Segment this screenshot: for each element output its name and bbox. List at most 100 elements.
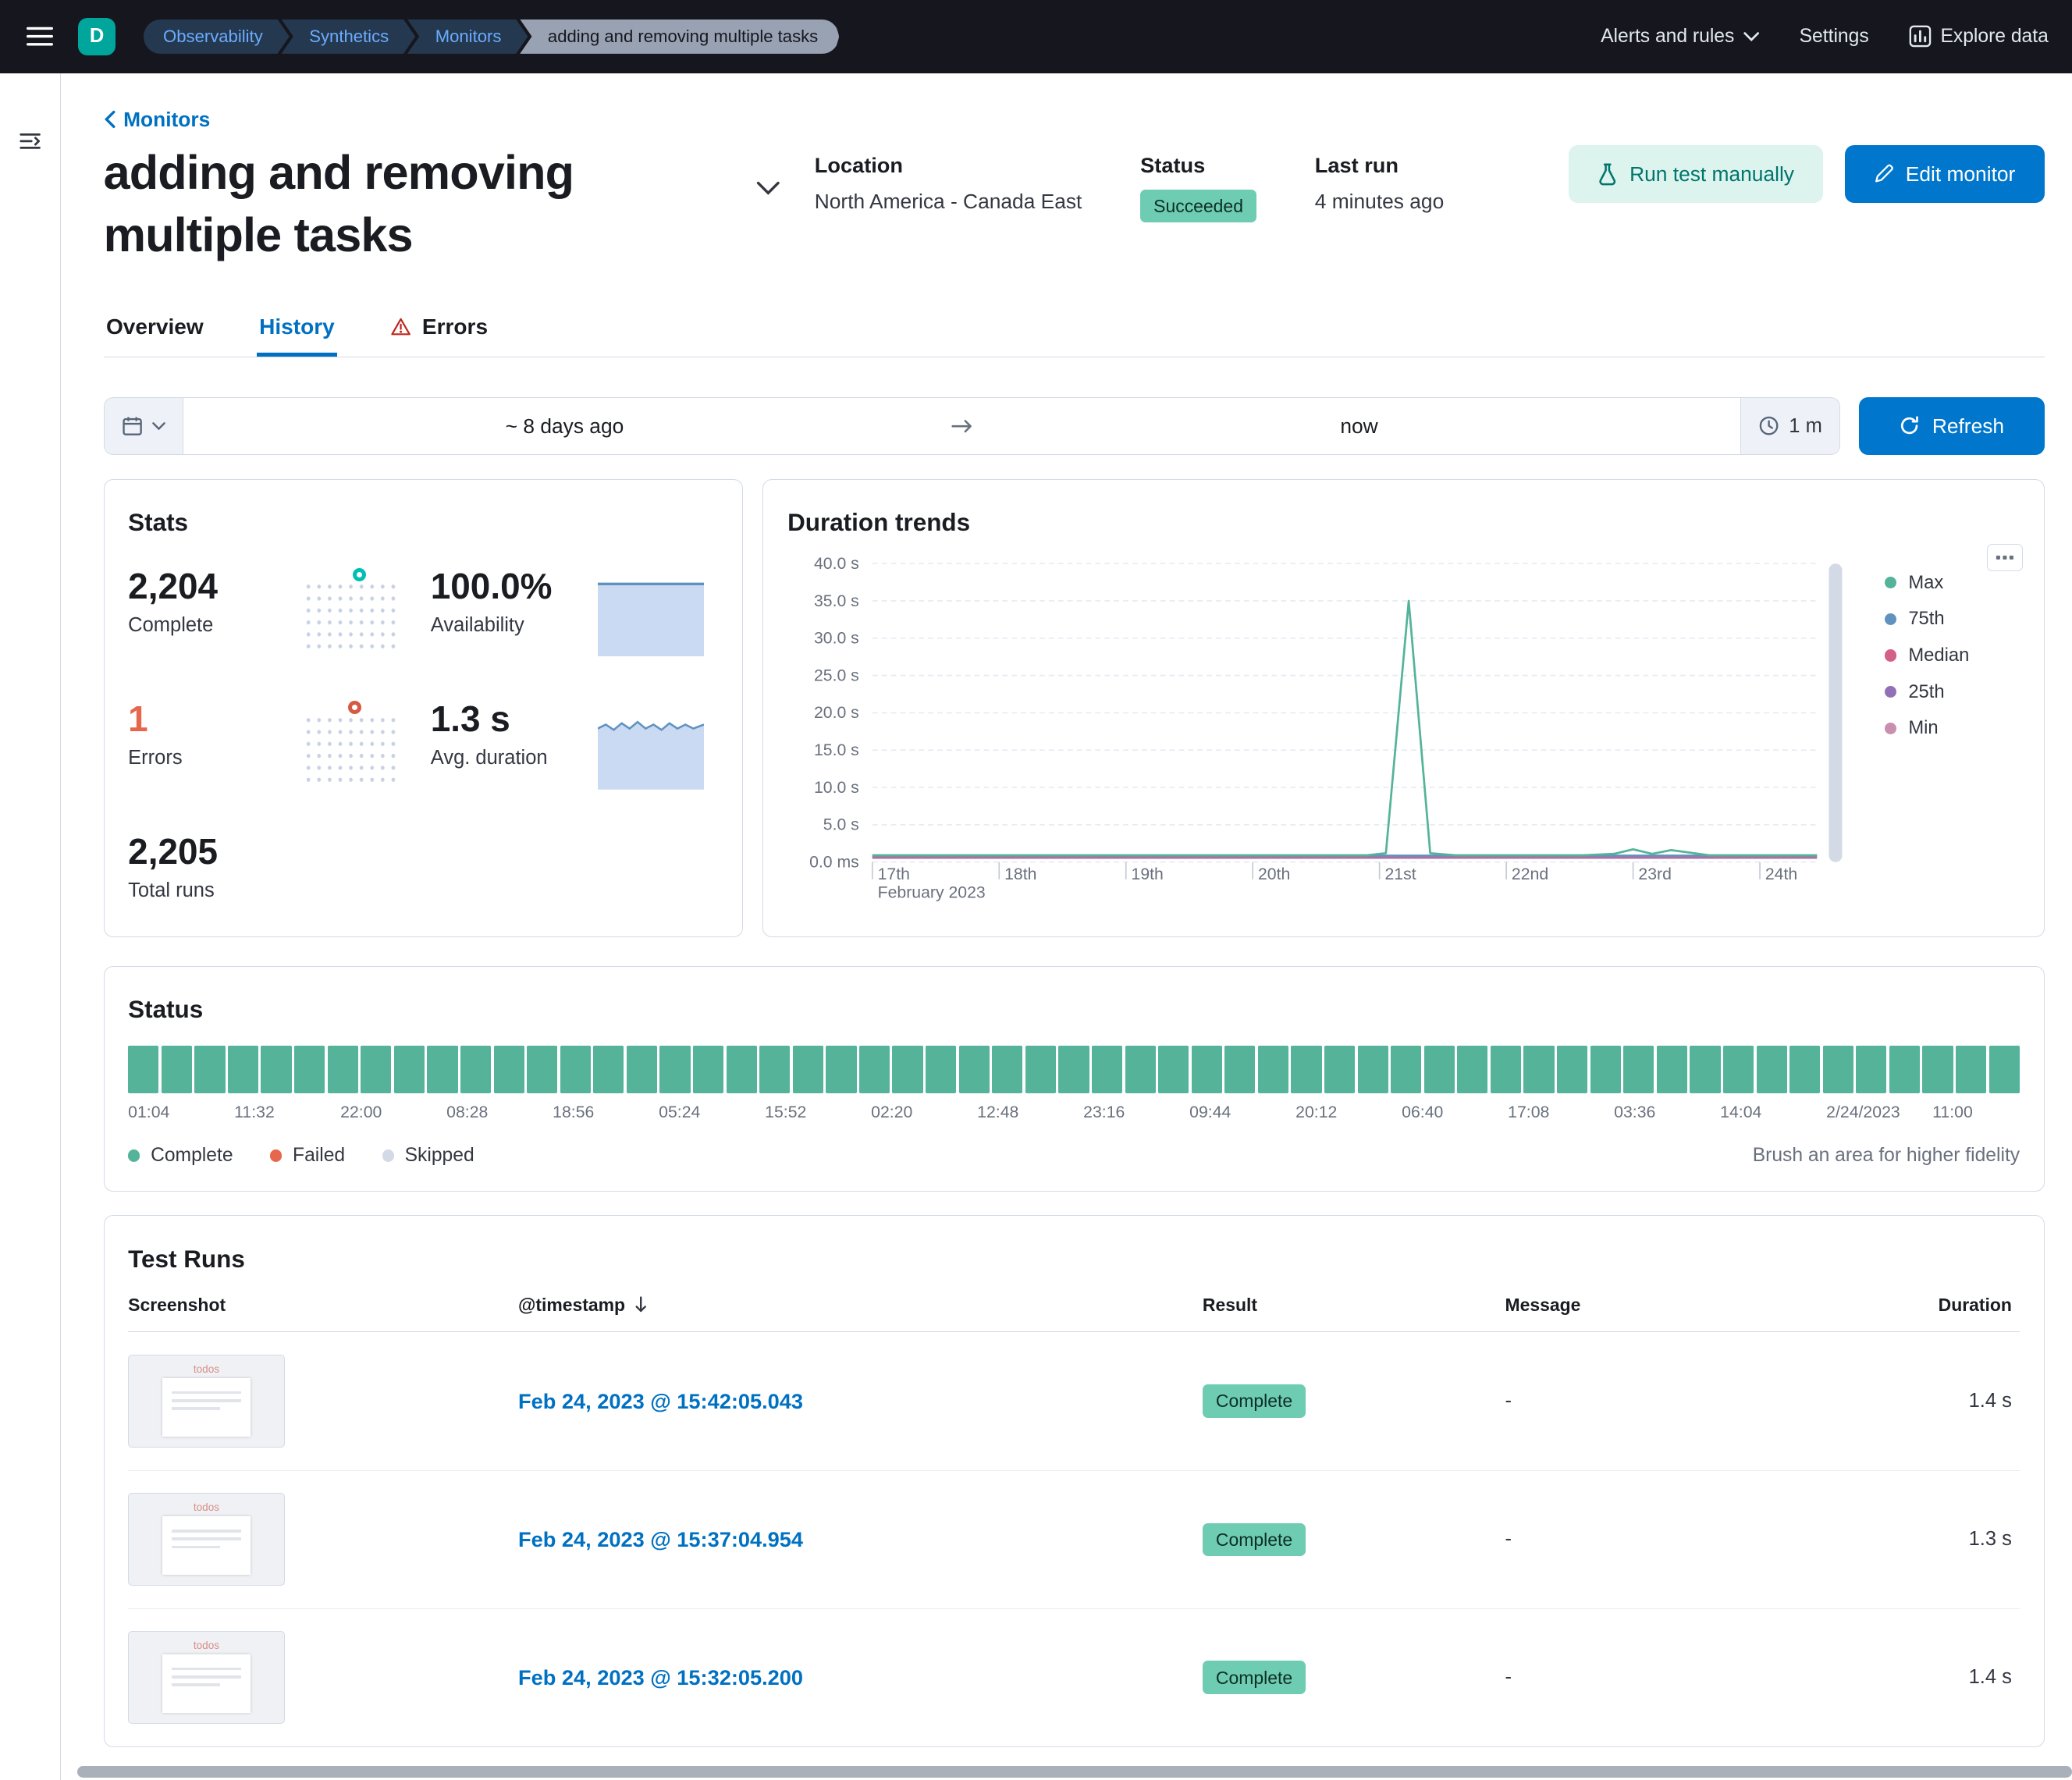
status-bar[interactable] bbox=[1823, 1046, 1853, 1093]
status-bar[interactable] bbox=[659, 1046, 690, 1093]
alerts-and-rules-menu[interactable]: Alerts and rules bbox=[1601, 26, 1759, 48]
chart-legend-75th[interactable]: 75th bbox=[1885, 608, 2020, 630]
status-bar[interactable] bbox=[892, 1046, 922, 1093]
status-bar[interactable] bbox=[1657, 1046, 1687, 1093]
status-bar[interactable] bbox=[1491, 1046, 1521, 1093]
status-bar[interactable] bbox=[328, 1046, 358, 1093]
edit-monitor-button[interactable]: Edit monitor bbox=[1845, 145, 2045, 204]
chart-legend-max[interactable]: Max bbox=[1885, 572, 2020, 594]
chart-options-button[interactable] bbox=[1987, 544, 2023, 572]
status-bar[interactable] bbox=[494, 1046, 524, 1093]
status-bar[interactable] bbox=[560, 1046, 591, 1093]
quick-select-button[interactable] bbox=[105, 398, 183, 455]
status-bar[interactable] bbox=[1291, 1046, 1321, 1093]
status-bar[interactable] bbox=[1092, 1046, 1122, 1093]
status-bar[interactable] bbox=[261, 1046, 291, 1093]
status-bar[interactable] bbox=[1457, 1046, 1487, 1093]
run-test-manually-button[interactable]: Run test manually bbox=[1569, 145, 1823, 204]
duration-trends-chart[interactable]: 40.0 s35.0 s30.0 s25.0 s20.0 s15.0 s10.0… bbox=[787, 556, 1885, 929]
status-bar[interactable] bbox=[759, 1046, 790, 1093]
breadcrumb-item: adding and removing multiple tasks bbox=[520, 20, 839, 54]
status-bar[interactable] bbox=[1358, 1046, 1388, 1093]
date-range-start[interactable]: ~ 8 days ago bbox=[183, 398, 946, 455]
back-to-monitors-link[interactable]: Monitors bbox=[104, 108, 211, 132]
status-bar[interactable] bbox=[1956, 1046, 1986, 1093]
status-bar[interactable] bbox=[1391, 1046, 1421, 1093]
status-bar[interactable] bbox=[1125, 1046, 1156, 1093]
status-axis-label: 08:28 bbox=[446, 1103, 488, 1122]
status-bar[interactable] bbox=[1590, 1046, 1621, 1093]
explore-data-link[interactable]: Explore data bbox=[1909, 25, 2049, 48]
status-bar[interactable] bbox=[1424, 1046, 1455, 1093]
status-bar[interactable] bbox=[1058, 1046, 1089, 1093]
status-bar[interactable] bbox=[1690, 1046, 1720, 1093]
status-axis-label: 05:24 bbox=[659, 1103, 700, 1122]
monitor-select-button[interactable] bbox=[756, 179, 780, 201]
refresh-interval-button[interactable]: 1 m bbox=[1740, 398, 1839, 455]
breadcrumb-item[interactable]: Monitors bbox=[407, 20, 528, 54]
status-bar[interactable] bbox=[1757, 1046, 1787, 1093]
status-bar[interactable] bbox=[1557, 1046, 1587, 1093]
run-timestamp-link[interactable]: Feb 24, 2023 @ 15:32:05.200 bbox=[518, 1665, 803, 1689]
status-bar[interactable] bbox=[1989, 1046, 2020, 1093]
status-bar[interactable] bbox=[1258, 1046, 1288, 1093]
status-bar[interactable] bbox=[1158, 1046, 1189, 1093]
status-timeline[interactable] bbox=[128, 1046, 2020, 1093]
status-bar[interactable] bbox=[859, 1046, 890, 1093]
tab-label: Overview bbox=[106, 314, 204, 339]
status-bar[interactable] bbox=[593, 1046, 624, 1093]
status-bar[interactable] bbox=[1025, 1046, 1056, 1093]
status-bar[interactable] bbox=[194, 1046, 225, 1093]
tab-overview[interactable]: Overview bbox=[104, 304, 207, 357]
status-bar[interactable] bbox=[294, 1046, 325, 1093]
chart-legend-25th[interactable]: 25th bbox=[1885, 681, 2020, 703]
status-bar[interactable] bbox=[926, 1046, 956, 1093]
status-bar[interactable] bbox=[1889, 1046, 1920, 1093]
run-screenshot[interactable]: todos bbox=[128, 1355, 285, 1448]
status-bar[interactable] bbox=[394, 1046, 425, 1093]
status-bar[interactable] bbox=[1224, 1046, 1255, 1093]
explore-data-icon bbox=[1909, 25, 1932, 48]
horizontal-scrollbar[interactable] bbox=[77, 1766, 2072, 1778]
chart-legend-median[interactable]: Median bbox=[1885, 645, 2020, 666]
status-bar[interactable] bbox=[959, 1046, 990, 1093]
status-bar[interactable] bbox=[1856, 1046, 1886, 1093]
space-avatar[interactable]: D bbox=[78, 18, 116, 55]
status-bar[interactable] bbox=[162, 1046, 192, 1093]
status-bar[interactable] bbox=[1523, 1046, 1554, 1093]
run-timestamp-link[interactable]: Feb 24, 2023 @ 15:42:05.043 bbox=[518, 1389, 803, 1413]
status-bar[interactable] bbox=[1324, 1046, 1355, 1093]
status-bar[interactable] bbox=[1789, 1046, 1820, 1093]
status-bar[interactable] bbox=[793, 1046, 823, 1093]
tab-history[interactable]: History bbox=[257, 304, 337, 357]
breadcrumb-item[interactable]: Synthetics bbox=[282, 20, 416, 54]
status-bar[interactable] bbox=[361, 1046, 391, 1093]
expand-sidebar-button[interactable] bbox=[20, 123, 41, 163]
status-bar[interactable] bbox=[128, 1046, 158, 1093]
status-bar[interactable] bbox=[1922, 1046, 1953, 1093]
settings-link[interactable]: Settings bbox=[1800, 26, 1869, 48]
run-screenshot[interactable]: todos bbox=[128, 1631, 285, 1724]
breadcrumb-item[interactable]: Observability bbox=[144, 20, 290, 54]
status-axis-label: 14:04 bbox=[1720, 1103, 1761, 1122]
status-bar[interactable] bbox=[727, 1046, 757, 1093]
col-timestamp[interactable]: @timestamp bbox=[518, 1295, 1203, 1316]
status-bar[interactable] bbox=[1723, 1046, 1754, 1093]
status-bar[interactable] bbox=[427, 1046, 457, 1093]
status-bar[interactable] bbox=[693, 1046, 723, 1093]
tab-errors[interactable]: Errors bbox=[388, 304, 491, 357]
refresh-button[interactable]: Refresh bbox=[1859, 397, 2045, 456]
chart-legend-min[interactable]: Min bbox=[1885, 717, 2020, 739]
date-range-end[interactable]: now bbox=[978, 398, 1740, 455]
status-bar[interactable] bbox=[627, 1046, 657, 1093]
run-screenshot[interactable]: todos bbox=[128, 1493, 285, 1586]
status-bar[interactable] bbox=[228, 1046, 258, 1093]
status-bar[interactable] bbox=[527, 1046, 557, 1093]
status-bar[interactable] bbox=[826, 1046, 856, 1093]
run-timestamp-link[interactable]: Feb 24, 2023 @ 15:37:04.954 bbox=[518, 1527, 803, 1551]
status-bar[interactable] bbox=[992, 1046, 1022, 1093]
status-bar[interactable] bbox=[1192, 1046, 1222, 1093]
menu-toggle-button[interactable] bbox=[19, 18, 61, 55]
status-bar[interactable] bbox=[1623, 1046, 1654, 1093]
status-bar[interactable] bbox=[460, 1046, 491, 1093]
